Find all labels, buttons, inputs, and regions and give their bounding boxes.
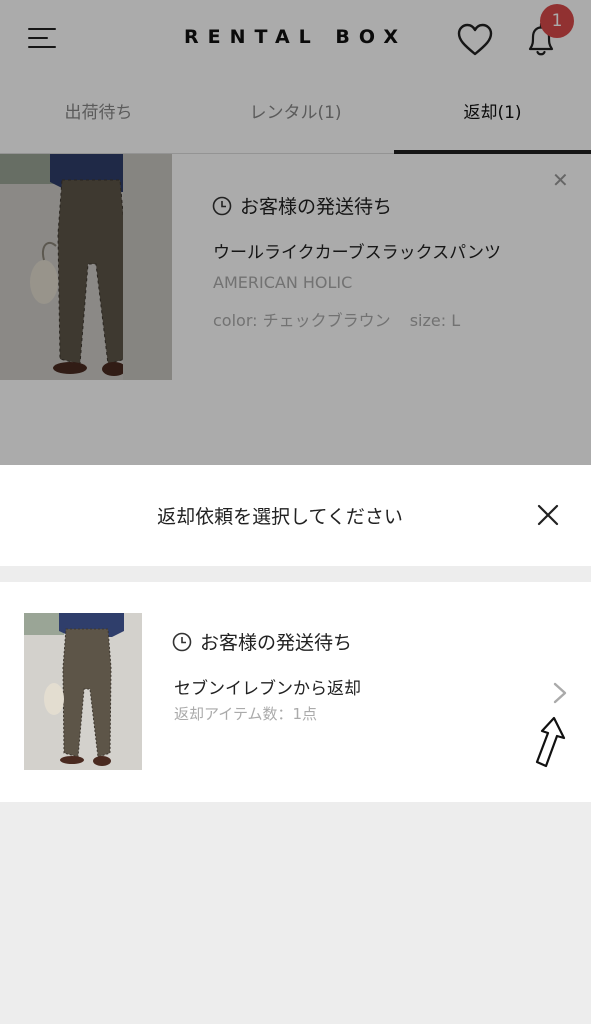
chevron-right-icon[interactable] xyxy=(550,681,570,705)
close-icon[interactable] xyxy=(532,499,564,531)
return-request-sheet: 返却依頼を選択してください お客様の発送待ち セブンイレブンから返却 返却アイテ… xyxy=(0,465,591,1024)
clock-icon xyxy=(172,632,192,651)
modal-overlay[interactable] xyxy=(0,0,591,465)
option-status-text: お客様の発送待ち xyxy=(200,632,353,654)
sheet-header: 返却依頼を選択してください xyxy=(0,465,591,566)
return-request-option[interactable]: お客様の発送待ち セブンイレブンから返却 返却アイテム数：1点 xyxy=(0,582,591,802)
pointer-arrow-icon xyxy=(535,716,566,768)
option-status: お客様の発送待ち xyxy=(172,628,352,655)
sheet-title: 返却依頼を選択してください xyxy=(157,506,403,528)
return-item-count: 返却アイテム数：1点 xyxy=(174,705,318,723)
product-thumbnail xyxy=(24,613,142,770)
return-method: セブンイレブンから返却 xyxy=(174,679,361,699)
